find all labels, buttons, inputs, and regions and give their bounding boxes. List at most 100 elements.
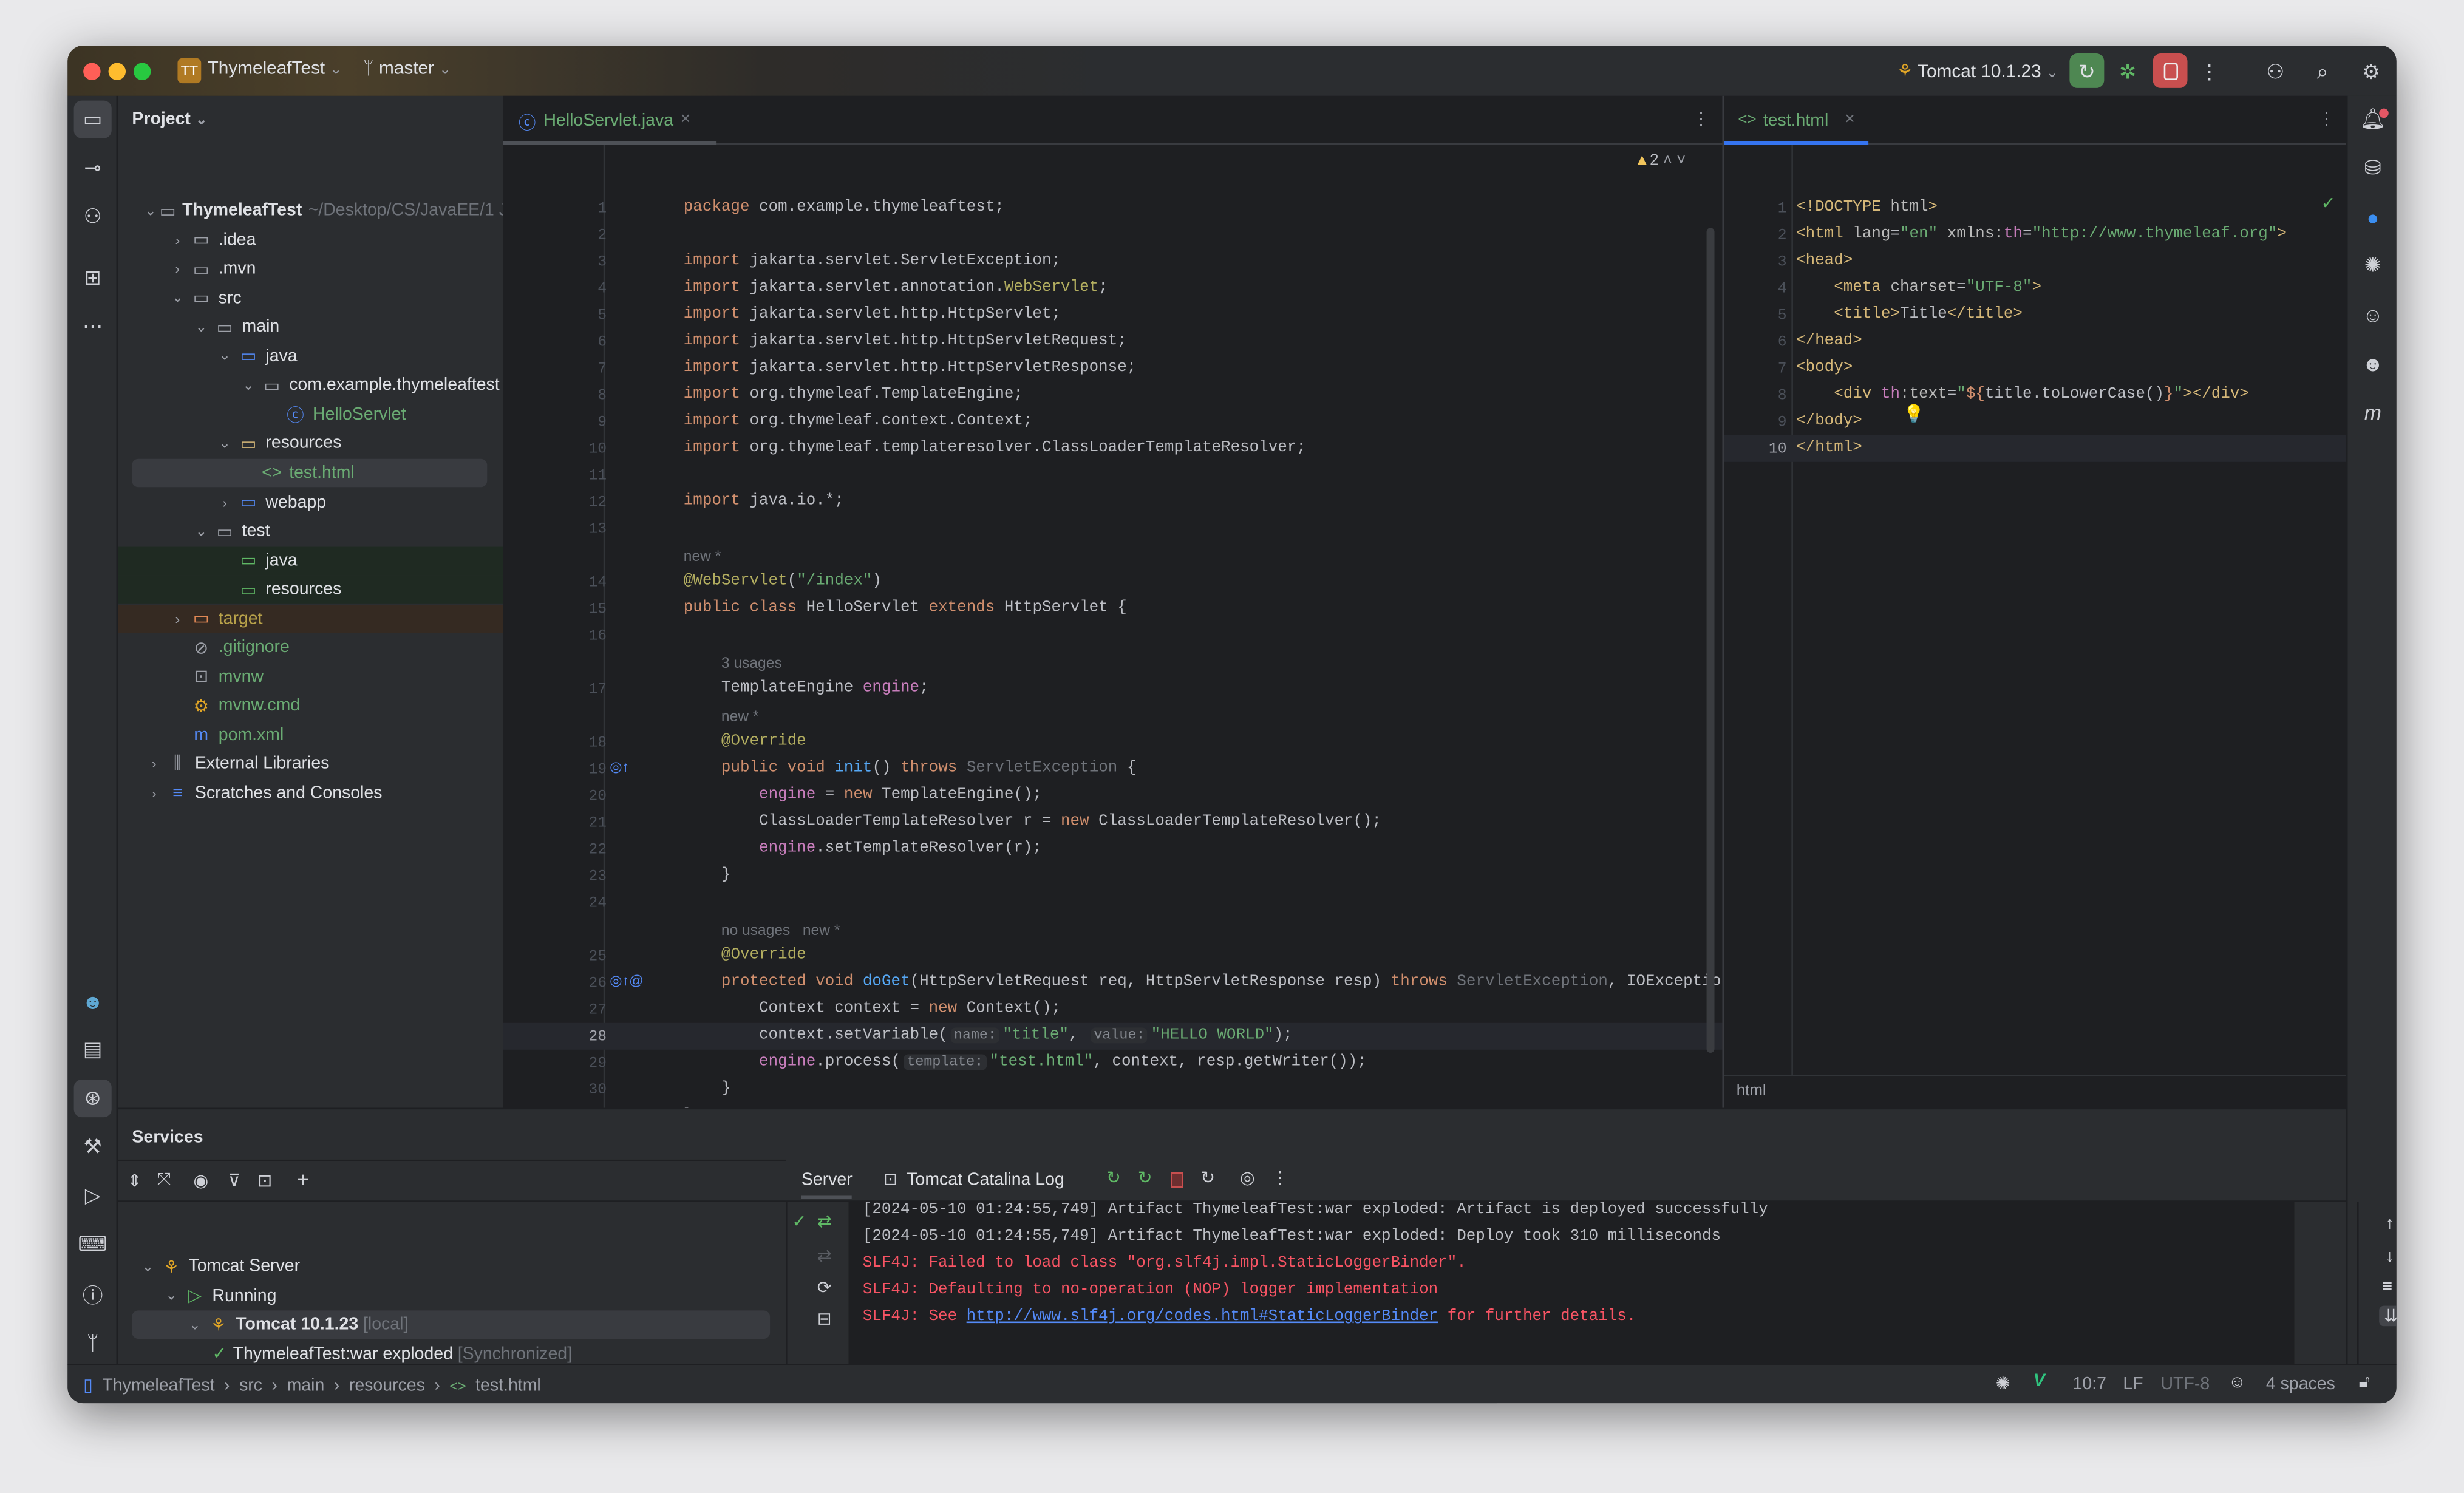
- line-number[interactable]: 21: [559, 809, 607, 836]
- tree-item[interactable]: ▭ java: [118, 546, 503, 575]
- service-item[interactable]: ⌄ ⚘ Tomcat 10.1.23 [local]: [132, 1310, 771, 1339]
- line-number[interactable]: 25: [559, 943, 607, 970]
- line-number[interactable]: 29: [559, 1050, 607, 1076]
- maven-icon[interactable]: m: [2354, 393, 2392, 430]
- tree-item[interactable]: ⌄ ▭ com.example.thymeleaftest: [118, 372, 503, 400]
- stop-button[interactable]: [2153, 53, 2188, 88]
- expand-all-icon[interactable]: ⇕: [128, 1171, 142, 1191]
- code-vision-hint[interactable]: new *: [721, 704, 759, 730]
- search-icon[interactable]: ⌕: [2307, 53, 2338, 88]
- line-number[interactable]: 3: [1740, 248, 1787, 275]
- tree-item[interactable]: › ≡ Scratches and Consoles: [118, 780, 503, 808]
- add-user-icon[interactable]: ⚇: [2260, 53, 2292, 88]
- line-separator[interactable]: LF: [2123, 1375, 2143, 1394]
- tree-item[interactable]: › ▭ webapp: [118, 488, 503, 517]
- chevron-down-icon[interactable]: ⌄: [216, 435, 234, 452]
- editor-vertical-scrollbar[interactable]: [1706, 228, 1715, 1053]
- rerun-button[interactable]: ↻: [2069, 53, 2105, 88]
- tree-item[interactable]: ⌄ ▭ java: [118, 342, 503, 371]
- more-icon[interactable]: ⋮: [2318, 109, 2335, 129]
- chevron-down-icon[interactable]: ⌄: [185, 1316, 204, 1333]
- scroll-to-end-icon[interactable]: ⇊: [2379, 1305, 2397, 1327]
- ai-chat-icon[interactable]: ●: [2354, 198, 2392, 236]
- lightbulb-icon[interactable]: 💡: [1903, 404, 1924, 424]
- tree-item[interactable]: ⊘ .gitignore: [118, 634, 503, 662]
- openai-icon[interactable]: ✺: [2354, 247, 2392, 284]
- chevron-down-icon[interactable]: ⌄: [216, 348, 234, 365]
- line-number[interactable]: 11: [559, 462, 607, 489]
- line-number[interactable]: 23: [559, 863, 607, 889]
- override-gutter-icon[interactable]: ◎↑@: [610, 973, 644, 990]
- line-number[interactable]: 2: [1740, 222, 1787, 248]
- tab-server[interactable]: Server: [801, 1171, 853, 1199]
- code-vision-hint[interactable]: 3 usages: [721, 650, 782, 677]
- tree-item[interactable]: ⌄ ▭ test: [118, 517, 503, 546]
- tree-item[interactable]: ⌄ ▭ ThymeleafTest ~/Desktop/CS/JavaEE/1 Ja: [118, 197, 517, 225]
- breadcrumb-html[interactable]: html: [1737, 1083, 1766, 1100]
- tree-item[interactable]: ⌄ ▭ src: [118, 284, 503, 312]
- tree-item[interactable]: ⚙ mvnw.cmd: [118, 692, 503, 721]
- tree-item[interactable]: › ⫼ External Libraries: [118, 750, 503, 779]
- caret-position[interactable]: 10:7: [2073, 1375, 2106, 1394]
- project-tool-icon[interactable]: ▭: [73, 100, 112, 138]
- minimize-window-button[interactable]: [108, 63, 126, 80]
- dump-threads-icon[interactable]: ⊟: [817, 1309, 832, 1329]
- chevron-down-icon[interactable]: ⌄: [239, 377, 257, 394]
- line-number[interactable]: 13: [559, 515, 607, 542]
- tab-test-html[interactable]: <> test.html ×: [1724, 96, 1869, 145]
- line-number[interactable]: 28: [559, 1023, 607, 1050]
- copilot-chat-icon[interactable]: ☻: [2354, 344, 2392, 382]
- collapse-all-icon[interactable]: ⤧: [157, 1171, 171, 1191]
- copilot-status-icon[interactable]: ☺: [2228, 1373, 2246, 1392]
- code-vision-hint[interactable]: new *: [684, 543, 721, 570]
- structure-tool-icon[interactable]: ⊞: [74, 259, 112, 297]
- chevron-down-icon[interactable]: ⌄: [138, 1258, 157, 1275]
- refresh-icon[interactable]: ⟳: [817, 1277, 832, 1298]
- tree-item[interactable]: m pom.xml: [118, 721, 503, 750]
- soft-wrap-icon[interactable]: ≡: [2382, 1277, 2392, 1296]
- chevron-right-icon[interactable]: ›: [168, 261, 187, 277]
- add-service-icon[interactable]: +: [297, 1168, 309, 1191]
- line-number[interactable]: 1: [1740, 195, 1787, 222]
- breadcrumb-item[interactable]: test.html: [475, 1376, 541, 1395]
- line-number[interactable]: 10: [559, 435, 607, 462]
- commit-tool-icon[interactable]: ⊸: [74, 149, 112, 187]
- close-window-button[interactable]: [83, 63, 101, 80]
- breadcrumb-item[interactable]: resources: [349, 1376, 425, 1395]
- line-number[interactable]: 3: [559, 248, 607, 275]
- line-number[interactable]: 7: [559, 355, 607, 382]
- update-icon[interactable]: ↻: [1200, 1168, 1215, 1188]
- chevron-right-icon[interactable]: ›: [168, 232, 187, 248]
- line-number[interactable]: 7: [1740, 355, 1787, 382]
- file-encoding[interactable]: UTF-8: [2161, 1375, 2210, 1394]
- log-link[interactable]: http://www.slf4j.org/codes.html#StaticLo…: [967, 1309, 1438, 1326]
- more-tools-icon[interactable]: ⋯: [74, 308, 112, 345]
- line-number[interactable]: 30: [559, 1076, 607, 1103]
- service-item[interactable]: ⌄ ▷ Running: [118, 1282, 503, 1310]
- scroll-down-icon[interactable]: ↓: [2386, 1248, 2394, 1267]
- line-number[interactable]: 8: [1740, 382, 1787, 409]
- next-highlight-icon[interactable]: ˅: [1676, 152, 1686, 169]
- project-selector[interactable]: ThymeleafTest ⌄: [208, 60, 342, 78]
- code-vision-hint[interactable]: no usages new *: [721, 917, 840, 944]
- openai-status-icon[interactable]: ✺: [1996, 1373, 2010, 1394]
- chevron-right-icon[interactable]: ›: [145, 757, 163, 772]
- line-number[interactable]: 18: [559, 729, 607, 756]
- notifications-icon[interactable]: 🔔︎: [2354, 101, 2392, 138]
- rerun-debug-icon[interactable]: ↻: [1138, 1168, 1152, 1188]
- breadcrumb-item[interactable]: main: [287, 1376, 325, 1395]
- view-options-icon[interactable]: ◉: [193, 1171, 208, 1191]
- undeploy-icon[interactable]: ⇄: [817, 1246, 832, 1267]
- tree-item[interactable]: › ▭ .idea: [118, 225, 503, 254]
- chevron-right-icon[interactable]: ›: [216, 494, 234, 510]
- line-number[interactable]: 6: [1740, 328, 1787, 355]
- line-number[interactable]: 5: [559, 302, 607, 328]
- tab-helloservlet-java[interactable]: ⓒ HelloServlet.java ×: [503, 96, 717, 145]
- deploy-icon[interactable]: ⇄: [817, 1211, 832, 1232]
- line-number[interactable]: 22: [559, 836, 607, 863]
- chevron-down-icon[interactable]: ⌄: [162, 1287, 181, 1304]
- branch-selector[interactable]: ᛘ master ⌄: [363, 60, 451, 78]
- line-number[interactable]: 4: [1740, 275, 1787, 302]
- line-number[interactable]: 24: [559, 889, 607, 916]
- assistant-tool-icon[interactable]: ☻: [74, 982, 112, 1020]
